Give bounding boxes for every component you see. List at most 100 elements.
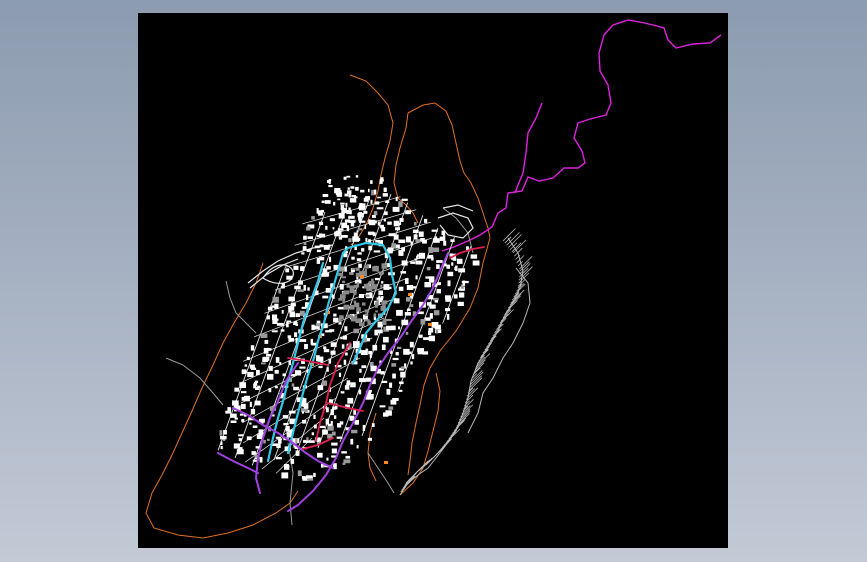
building [326,266,331,270]
building [303,235,307,240]
building [256,369,260,376]
building [238,438,242,442]
building [343,459,351,464]
building [339,421,344,425]
building [334,415,337,419]
building [432,247,440,253]
building [422,351,429,355]
building [424,317,431,321]
building [343,253,348,258]
building [374,329,379,336]
building [326,367,329,372]
building [383,187,387,192]
building [447,280,451,287]
building [456,258,463,264]
building [336,436,343,439]
building [306,294,309,301]
planning-boundary [145,74,491,539]
building [428,247,433,253]
building [283,423,289,426]
building [342,209,345,215]
building [281,310,284,314]
building [418,231,424,237]
building [436,260,443,263]
building [306,437,309,441]
building [399,218,404,222]
building [302,419,307,424]
district-block [365,294,370,297]
building [398,201,403,208]
building [472,260,480,266]
building [411,354,415,360]
building [445,298,451,302]
building [362,424,366,431]
building [367,437,372,441]
building [238,434,244,437]
orange-parcel [384,461,388,464]
district-block [381,263,388,269]
building [374,277,380,281]
building [280,329,285,332]
building [284,465,290,470]
building [301,252,305,255]
building [424,282,431,288]
building [374,189,377,194]
building [446,313,450,320]
building [355,186,359,191]
building [358,389,362,395]
building [321,209,324,213]
building [331,442,338,446]
building [228,408,232,412]
building [241,419,245,423]
building [345,202,348,207]
building [247,371,254,378]
district-block [372,266,375,272]
building [470,254,478,259]
building [241,369,247,375]
building [325,330,332,333]
building [410,261,416,264]
hatch-stroke [403,476,415,487]
building [254,382,258,386]
building [297,470,302,477]
building [264,339,269,344]
cad-drawing-viewport[interactable] [138,13,728,548]
building [339,284,344,290]
building [441,230,446,236]
building [338,322,342,325]
building [328,358,332,364]
building [313,424,317,429]
building [346,383,349,388]
grid-street [295,193,392,455]
building [298,280,303,285]
district-block [346,283,350,288]
district-block [355,318,362,323]
building [244,364,248,367]
city-plan-map [145,19,722,539]
building [263,356,270,361]
building [268,388,272,393]
building-blocks [219,175,480,481]
building [392,398,399,401]
district-block [349,285,355,289]
building [330,420,333,426]
building [434,300,438,303]
building [236,449,244,455]
building [426,267,431,271]
building [369,354,372,358]
building [282,415,289,419]
building [381,281,384,284]
building [311,432,314,436]
building [413,234,418,240]
district-block [339,315,343,319]
building [300,266,305,271]
building [287,335,292,339]
building [286,275,293,280]
building [246,436,252,441]
building [301,476,306,479]
building [263,347,269,354]
building [267,306,273,311]
building [275,357,280,363]
district-block [359,322,365,327]
building [299,310,305,316]
